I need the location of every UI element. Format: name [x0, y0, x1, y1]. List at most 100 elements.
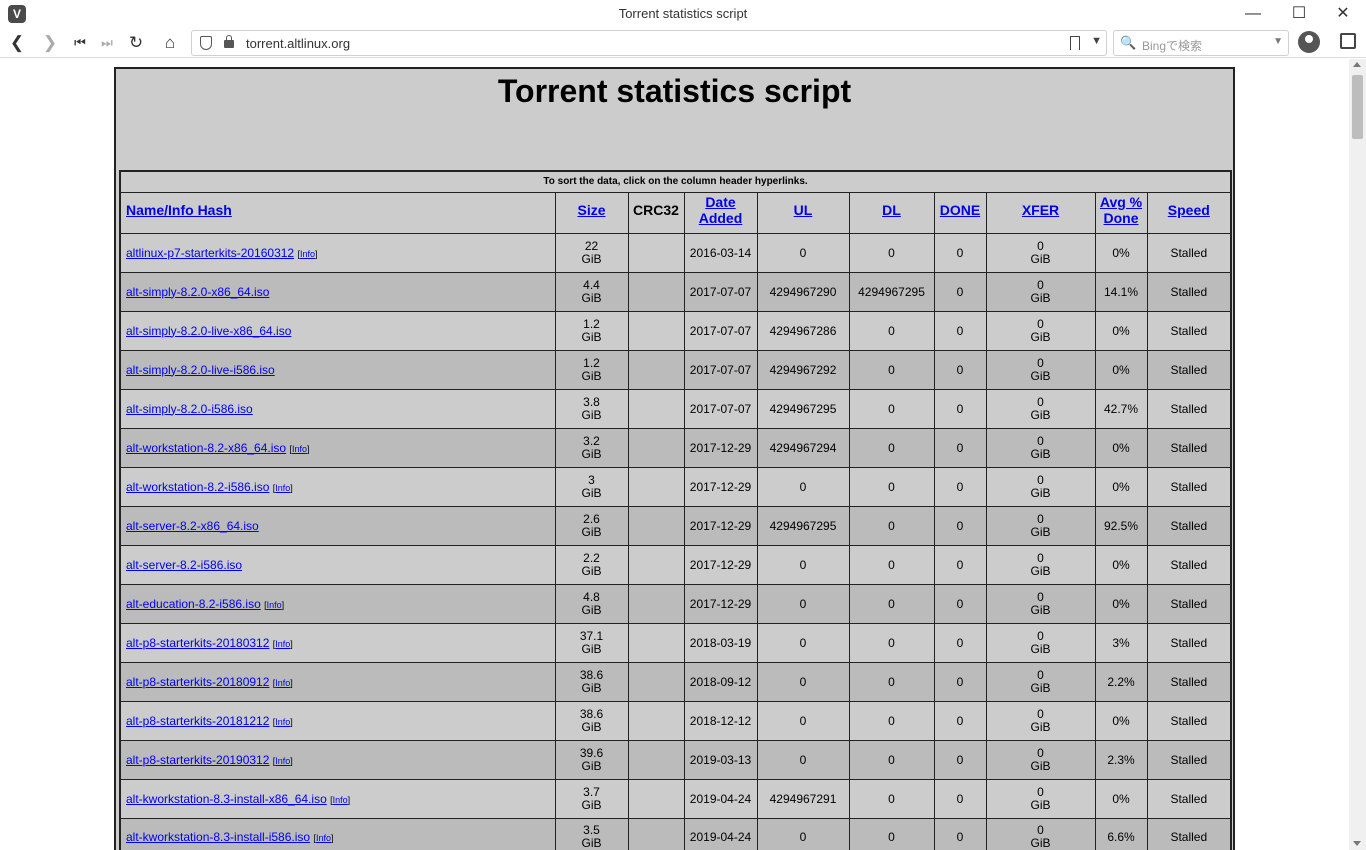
column-header-name[interactable]: Name/Info Hash	[119, 191, 556, 234]
address-bar[interactable]: torrent.altlinux.org ▼	[191, 30, 1107, 56]
search-field[interactable]: 🔍 Bingで検索 ▼	[1113, 30, 1289, 56]
info-link[interactable]: Info	[275, 483, 290, 493]
done-cell: 0	[933, 349, 987, 390]
torrent-link[interactable]: alt-p8-starterkits-20190312	[126, 753, 269, 767]
avg-header-line1[interactable]: Avg %	[1100, 194, 1142, 210]
search-engine-dropdown-icon[interactable]: ▼	[1273, 36, 1283, 47]
home-icon[interactable]: ⌂	[158, 31, 182, 55]
maximize-button[interactable]: ☐	[1276, 0, 1322, 28]
torrent-link[interactable]: alt-p8-starterkits-20181212	[126, 714, 269, 728]
info-close-bracket: ]	[347, 794, 351, 805]
info-link[interactable]: Info	[316, 833, 331, 843]
xfer-cell: 0 GiB	[985, 583, 1096, 624]
crc32-cell	[627, 778, 685, 819]
column-header-date[interactable]: Date Added	[683, 191, 758, 234]
xfer-value: 0	[1037, 394, 1044, 409]
sort-link-size[interactable]: Size	[577, 202, 605, 218]
torrent-link[interactable]: alt-server-8.2-x86_64.iso	[126, 519, 259, 533]
search-icon[interactable]: 🔍	[1120, 35, 1136, 51]
xfer-cell: 0 GiB	[985, 388, 1096, 429]
info-link[interactable]: Info	[275, 717, 290, 727]
scrollbar-thumb[interactable]	[1352, 75, 1363, 139]
dl-cell: 0	[848, 700, 935, 741]
profile-icon[interactable]	[1298, 31, 1320, 53]
xfer-cell: 0 GiB	[985, 661, 1096, 702]
chevron-down-icon[interactable]: ▼	[1091, 35, 1102, 47]
info-close-bracket: ]	[290, 755, 293, 766]
dl-cell: 0	[848, 817, 935, 850]
torrent-link[interactable]: alt-simply-8.2.0-x86_64.iso	[126, 285, 269, 299]
sort-link-speed[interactable]: Speed	[1168, 202, 1210, 218]
sort-link-avg-done[interactable]: Avg % Done	[1100, 194, 1142, 226]
info-link[interactable]: Info	[275, 678, 290, 688]
reload-icon[interactable]: ↻	[124, 31, 148, 55]
xfer-value: 0	[1037, 316, 1044, 331]
torrent-link[interactable]: alt-server-8.2-i586.iso	[126, 558, 242, 572]
torrent-link[interactable]: alt-workstation-8.2-i586.iso	[126, 480, 269, 494]
sort-link-done[interactable]: DONE	[940, 202, 980, 218]
bookmark-icon[interactable]	[1070, 36, 1080, 50]
date-header-line2[interactable]: Added	[699, 210, 743, 226]
fast-forward-icon[interactable]: ⏭	[95, 31, 119, 55]
torrent-link[interactable]: altlinux-p7-starterkits-20160312	[126, 246, 294, 260]
torrent-link[interactable]: alt-kworkstation-8.3-install-i586.iso	[126, 830, 310, 844]
scroll-down-arrow-icon[interactable]	[1353, 841, 1361, 846]
xfer-unit: GiB	[1030, 251, 1051, 266]
sort-link-ul[interactable]: UL	[794, 202, 813, 218]
sort-link-date[interactable]: Date Added	[699, 194, 743, 226]
torrent-link[interactable]: alt-simply-8.2.0-live-i586.iso	[126, 363, 275, 377]
capture-icon[interactable]	[1340, 33, 1356, 49]
url-text[interactable]: torrent.altlinux.org	[246, 36, 350, 51]
shield-icon[interactable]	[200, 36, 212, 50]
info-link[interactable]: Info	[333, 795, 348, 805]
crc32-cell	[627, 544, 685, 585]
torrent-link[interactable]: alt-simply-8.2.0-i586.iso	[126, 402, 253, 416]
speed-cell: Stalled	[1146, 544, 1232, 585]
column-header-speed[interactable]: Speed	[1146, 191, 1232, 234]
torrent-link[interactable]: alt-workstation-8.2-x86_64.iso	[126, 441, 286, 455]
lock-icon[interactable]	[224, 35, 234, 48]
sort-link-dl[interactable]: DL	[882, 202, 901, 218]
date-header-line1[interactable]: Date	[705, 194, 735, 210]
torrent-link[interactable]: alt-kworkstation-8.3-install-x86_64.iso	[126, 792, 327, 806]
vertical-scrollbar[interactable]	[1349, 59, 1366, 850]
avg-done-cell: 0%	[1094, 778, 1148, 819]
column-header-done[interactable]: DONE	[933, 191, 987, 234]
name-cell: alt-server-8.2-x86_64.iso	[119, 505, 556, 546]
column-header-avg-done[interactable]: Avg % Done	[1094, 191, 1148, 234]
avg-done-cell: 42.7%	[1094, 388, 1148, 429]
minimize-button[interactable]: —	[1230, 0, 1276, 28]
torrent-link[interactable]: alt-p8-starterkits-20180312	[126, 636, 269, 650]
info-link[interactable]: Info	[300, 249, 315, 259]
xfer-cell: 0 GiB	[985, 349, 1096, 390]
avg-header-line2[interactable]: Done	[1104, 210, 1139, 226]
info-link[interactable]: Info	[275, 639, 290, 649]
info-close-bracket: ]	[281, 599, 285, 610]
close-button[interactable]: ✕	[1320, 0, 1366, 28]
torrent-link[interactable]: alt-education-8.2-i586.iso	[126, 597, 261, 611]
crc32-cell	[627, 583, 685, 624]
info-link[interactable]: Info	[267, 600, 282, 610]
column-header-xfer[interactable]: XFER	[985, 191, 1096, 234]
xfer-value: 0	[1037, 667, 1044, 682]
torrent-link[interactable]: alt-p8-starterkits-20180912	[126, 675, 269, 689]
column-header-size[interactable]: Size	[554, 191, 629, 234]
torrent-link[interactable]: alt-simply-8.2.0-live-x86_64.iso	[126, 324, 291, 338]
rewind-icon[interactable]: ⏮	[68, 31, 92, 55]
sort-link-name[interactable]: Name/Info Hash	[126, 202, 232, 218]
xfer-unit: GiB	[1030, 446, 1051, 461]
sort-link-xfer[interactable]: XFER	[1022, 202, 1059, 218]
done-cell: 0	[933, 583, 987, 624]
crc32-cell	[627, 700, 685, 741]
xfer-unit: GiB	[1030, 680, 1051, 695]
info-link[interactable]: Info	[275, 756, 290, 766]
column-header-ul[interactable]: UL	[756, 191, 850, 234]
xfer-unit: GiB	[1030, 485, 1051, 500]
column-header-dl[interactable]: DL	[848, 191, 935, 234]
dl-cell: 0	[848, 310, 935, 351]
scroll-up-arrow-icon[interactable]	[1353, 62, 1361, 67]
back-button[interactable]: ❮	[5, 31, 29, 55]
crc32-cell	[627, 505, 685, 546]
forward-button[interactable]: ❯	[38, 31, 62, 55]
info-link[interactable]: Info	[292, 444, 307, 454]
